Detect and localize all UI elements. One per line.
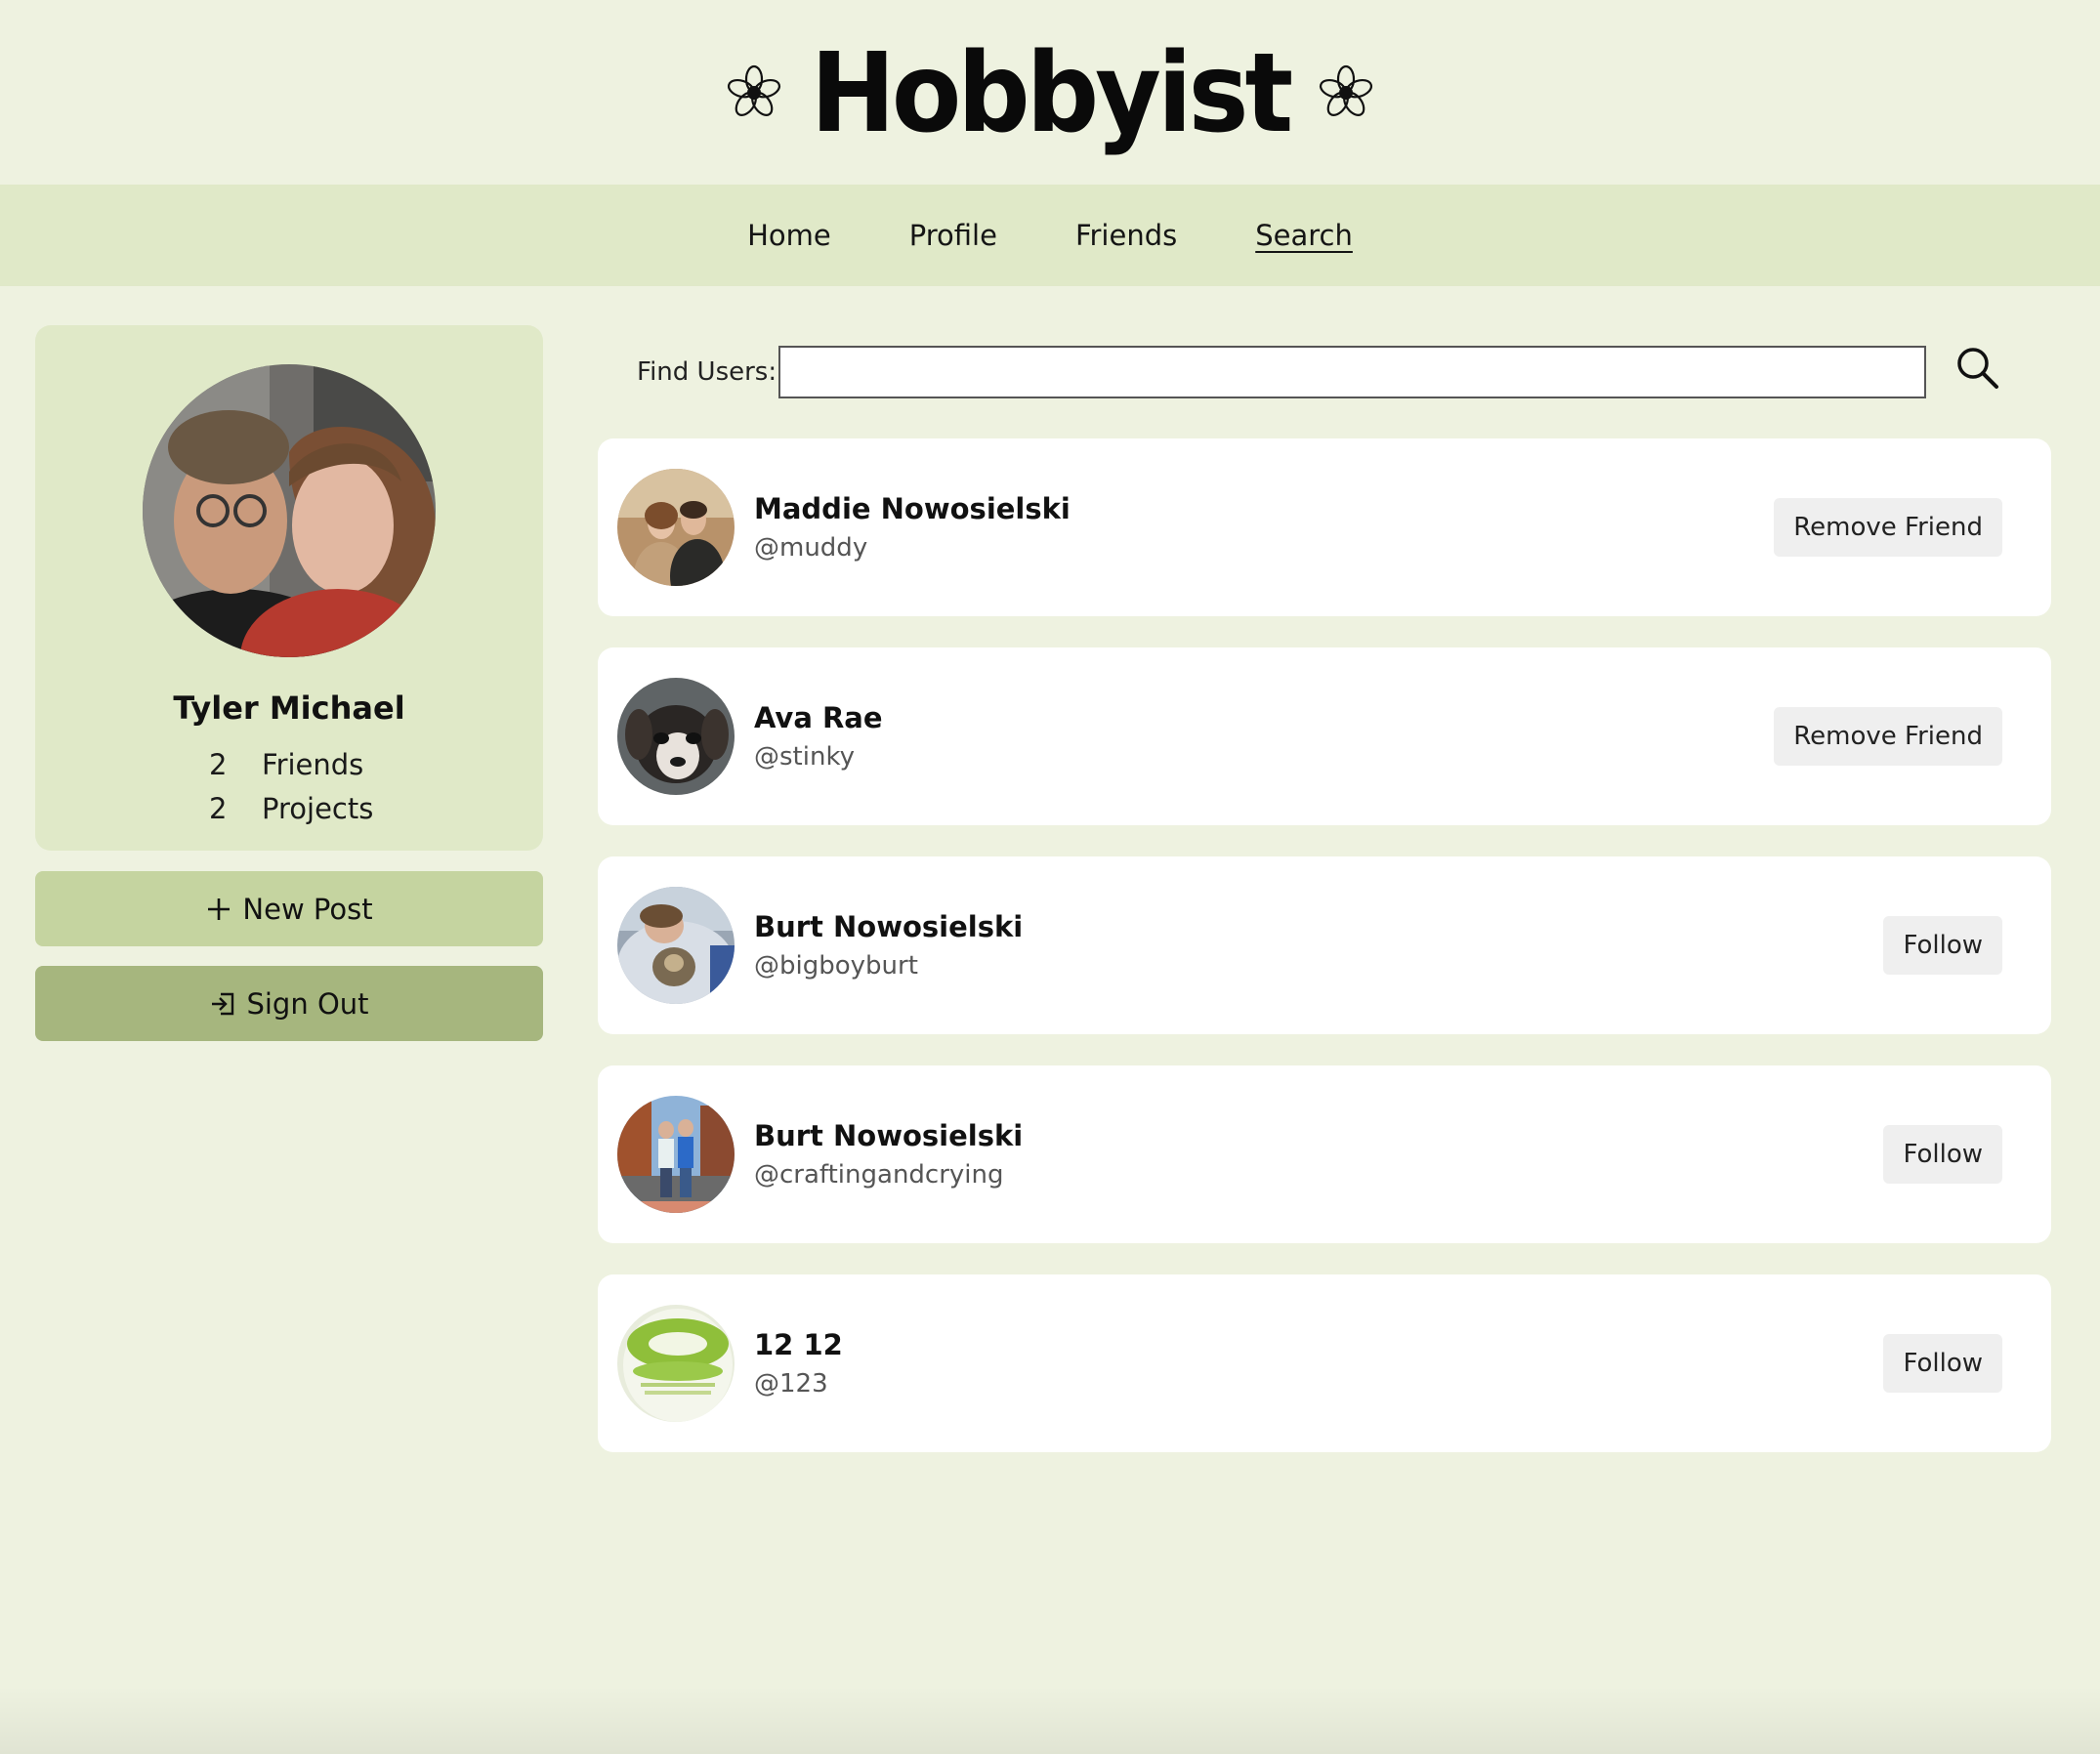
user-name[interactable]: Burt Nowosielski: [754, 910, 1023, 943]
user-card: 12 12 @123 Follow: [598, 1274, 2051, 1452]
new-post-label: New Post: [242, 892, 373, 926]
user-card: Ava Rae @stinky Remove Friend: [598, 647, 2051, 825]
find-users-label: Find Users:: [637, 357, 777, 387]
flower-icon: [727, 64, 780, 116]
remove-friend-button[interactable]: Remove Friend: [1774, 707, 2002, 766]
user-name[interactable]: Maddie Nowosielski: [754, 492, 1071, 525]
follow-button[interactable]: Follow: [1883, 916, 2002, 975]
user-card: Burt Nowosielski @craftingandcrying Foll…: [598, 1065, 2051, 1243]
nav-friends[interactable]: Friends: [1075, 219, 1177, 252]
projects-stat[interactable]: 2 Projects: [209, 792, 373, 825]
user-name[interactable]: 12 12: [754, 1328, 843, 1361]
avatar[interactable]: [143, 364, 436, 657]
avatar[interactable]: [617, 1096, 735, 1213]
avatar[interactable]: [617, 887, 735, 1004]
search-input[interactable]: [778, 346, 1926, 398]
user-name[interactable]: Ava Rae: [754, 701, 883, 734]
projects-label: Projects: [262, 792, 374, 825]
search-button[interactable]: [1953, 344, 2000, 391]
profile-card: Tyler Michael 2 Friends 2 Projects: [35, 325, 543, 851]
new-post-button[interactable]: New Post: [35, 871, 543, 946]
user-name[interactable]: Burt Nowosielski: [754, 1119, 1023, 1152]
nav-home[interactable]: Home: [747, 219, 831, 252]
follow-button[interactable]: Follow: [1883, 1125, 2002, 1184]
avatar[interactable]: [617, 678, 735, 795]
bottom-shadow: [0, 1686, 2100, 1754]
nav-search[interactable]: Search: [1255, 219, 1353, 252]
friends-stat[interactable]: 2 Friends: [209, 748, 363, 781]
avatar[interactable]: [617, 1305, 735, 1422]
sign-out-button[interactable]: Sign Out: [35, 966, 543, 1041]
user-card: Burt Nowosielski @bigboyburt Follow: [598, 856, 2051, 1034]
main-nav: Home Profile Friends Search: [0, 185, 2100, 286]
projects-count: 2: [209, 792, 228, 825]
user-handle: @bigboyburt: [754, 951, 918, 981]
flower-icon: [1320, 64, 1373, 116]
site-header: Hobbyist: [0, 0, 2100, 185]
nav-profile[interactable]: Profile: [909, 219, 997, 252]
avatar[interactable]: [617, 469, 735, 586]
app-logo[interactable]: Hobbyist: [811, 37, 1293, 146]
friends-label: Friends: [262, 748, 364, 781]
user-handle: @stinky: [754, 742, 855, 772]
user-handle: @muddy: [754, 533, 868, 563]
sign-out-label: Sign Out: [246, 986, 369, 1021]
user-handle: @craftingandcrying: [754, 1160, 1004, 1190]
profile-name: Tyler Michael: [173, 689, 405, 727]
sign-out-icon: [212, 992, 234, 1015]
follow-button[interactable]: Follow: [1883, 1334, 2002, 1393]
user-handle: @123: [754, 1369, 828, 1399]
user-card: Maddie Nowosielski @muddy Remove Friend: [598, 438, 2051, 616]
friends-count: 2: [209, 748, 228, 781]
plus-icon: [208, 898, 231, 920]
search-icon: [1957, 348, 1998, 389]
remove-friend-button[interactable]: Remove Friend: [1774, 498, 2002, 557]
